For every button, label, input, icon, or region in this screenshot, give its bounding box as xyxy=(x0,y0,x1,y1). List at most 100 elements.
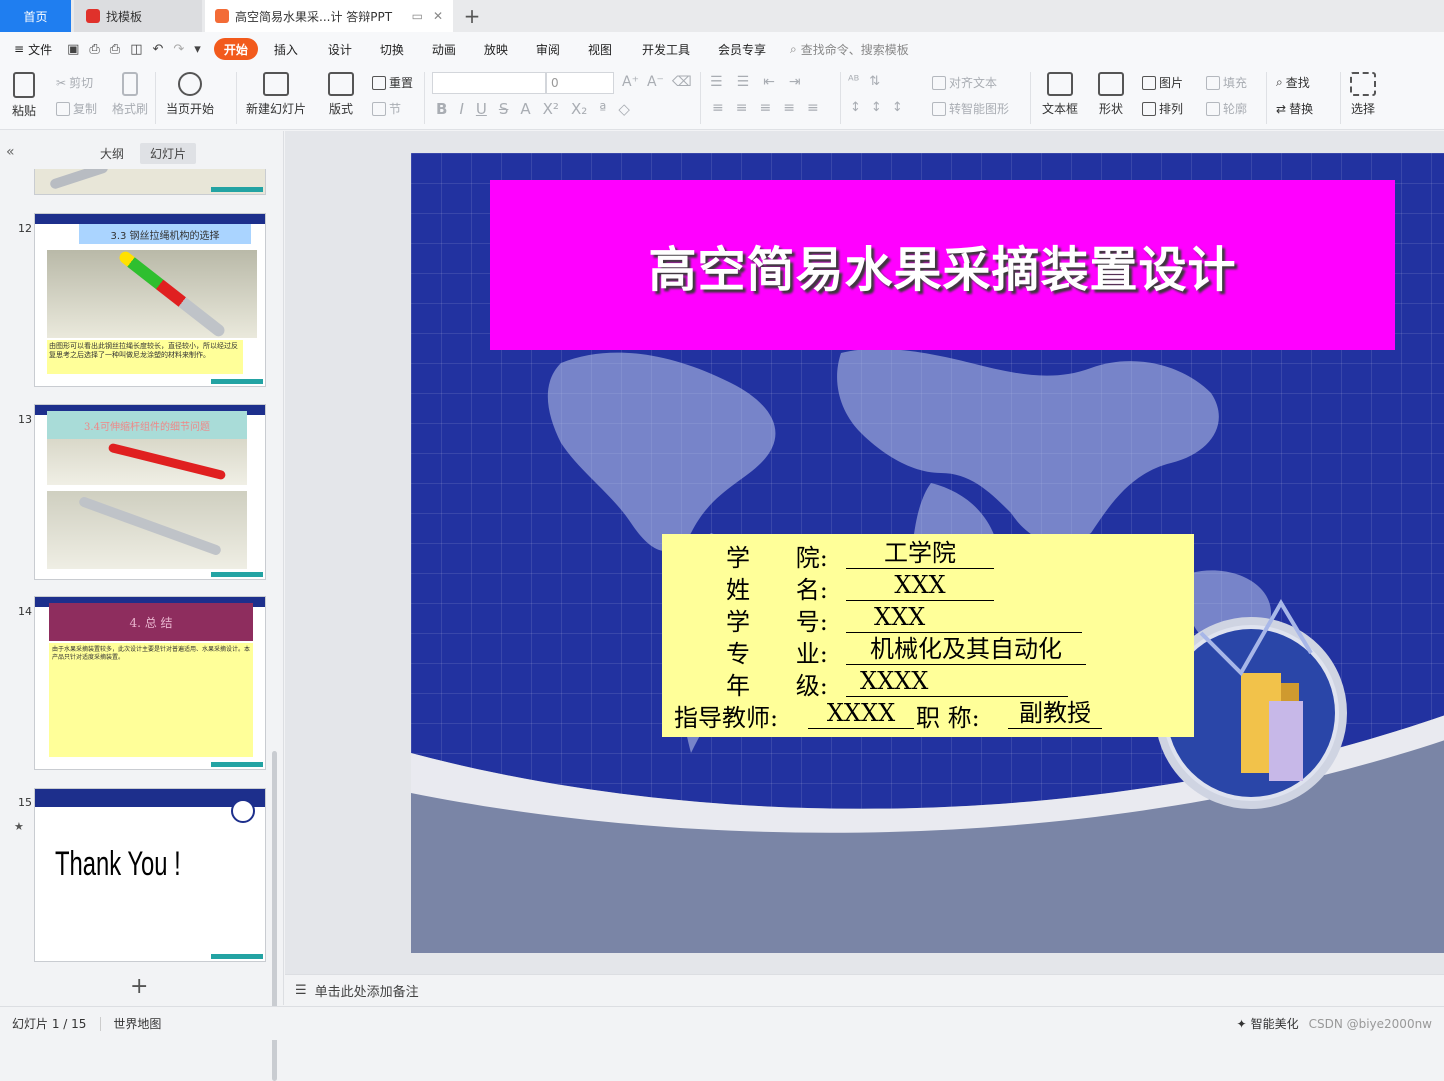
menu-transition[interactable]: 切换 xyxy=(370,38,414,60)
align-text-button[interactable]: 对齐文本 xyxy=(932,74,997,91)
menu-animation[interactable]: 动画 xyxy=(422,38,466,60)
distribute-icon[interactable]: ≡ xyxy=(807,100,819,116)
info-value-grade: XXXX xyxy=(846,666,1068,697)
font-size-select[interactable]: 0 xyxy=(546,72,614,94)
file-menu[interactable]: ≡ 文件 xyxy=(0,38,62,60)
para-spacing-icon[interactable]: ↕ xyxy=(871,100,882,115)
command-search[interactable]: ⌕ 查找命令、搜索模板 xyxy=(790,41,909,58)
slide-canvas[interactable]: 高空简易水果采摘装置设计 学 院: 工学院 姓 名: XXX 学 号: XXX … xyxy=(411,153,1444,953)
numbered-list-icon[interactable]: ☰ xyxy=(737,74,750,90)
ribbon-toolbar: 粘贴 ✂ 剪切 复制 格式刷 当页开始 新建幻灯片 版式 重置 节 0 A⁺ A⁻… xyxy=(0,66,1444,130)
fill-button[interactable]: 填充 xyxy=(1206,74,1247,91)
outline-button[interactable]: 轮廓 xyxy=(1206,100,1247,117)
menu-start-label: 开始 xyxy=(223,42,248,57)
advisor-value: XXXX xyxy=(808,698,914,729)
decrease-indent-icon[interactable]: ⇤ xyxy=(763,74,775,90)
preview-icon[interactable]: ◫ xyxy=(125,42,147,57)
fill-label: 填充 xyxy=(1223,76,1248,90)
select-button[interactable]: 选择 xyxy=(1350,72,1376,117)
replace-button[interactable]: ⇄ 替换 xyxy=(1276,100,1313,117)
undo-icon[interactable]: ↶ xyxy=(147,42,168,57)
menu-member[interactable]: 会员专享 xyxy=(708,38,776,60)
student-info-box[interactable]: 学 院: 工学院 姓 名: XXX 学 号: XXX 专 业: 机械化及其自动化… xyxy=(662,534,1194,737)
theme-name[interactable]: 世界地图 xyxy=(113,1015,161,1032)
slide-thumbnail-12[interactable]: 3.3 钢丝拉绳机构的选择 由图形可以看出此钢丝拉绳长度较长，直径较小，所以经过… xyxy=(34,213,266,387)
menu-developer[interactable]: 开发工具 xyxy=(632,38,700,60)
menu-slideshow[interactable]: 放映 xyxy=(474,38,518,60)
slide-thumbnail-11[interactable] xyxy=(34,169,266,195)
tab-slides[interactable]: 幻灯片 xyxy=(140,143,197,164)
text-box-style-icon[interactable]: ᴬᴮ xyxy=(848,74,859,89)
text-direction-icon[interactable]: ⇅ xyxy=(869,74,880,89)
convert-smartart-button[interactable]: 转智能图形 xyxy=(932,100,1009,117)
slide-thumbnail-15[interactable]: Thank You ! xyxy=(34,788,266,962)
layout-button[interactable]: 版式 xyxy=(328,72,354,117)
save-icon[interactable]: ▣ xyxy=(62,42,84,57)
strikethrough-icon[interactable]: S xyxy=(499,100,509,118)
shape-icon xyxy=(1098,72,1124,96)
notes-pane[interactable]: ☰ 单击此处添加备注 xyxy=(285,974,1444,1005)
find-button[interactable]: ⌕ 查找 xyxy=(1276,74,1310,91)
separator xyxy=(424,72,425,124)
close-tab-icon[interactable]: ✕ xyxy=(433,9,443,23)
grow-font-icon[interactable]: A⁺ xyxy=(622,74,639,90)
shape-label: 形状 xyxy=(1098,102,1123,116)
line-spacing-icon[interactable]: ↕ xyxy=(850,100,861,115)
picture-button[interactable]: 图片 xyxy=(1142,74,1183,91)
subscript-icon[interactable]: X₂ xyxy=(571,100,587,118)
italic-icon[interactable]: I xyxy=(459,100,463,118)
paste-button[interactable]: 粘贴 xyxy=(12,72,36,119)
arrange-button[interactable]: 排列 xyxy=(1142,100,1183,117)
new-slide-button[interactable]: 新建幻灯片 xyxy=(246,72,306,117)
bullet-list-icon[interactable]: ☰ xyxy=(710,74,723,90)
slide-thumbnail-14[interactable]: 4. 总 结 由于水果采摘装置较多，此次设计主要是针对普遍适用、水果采摘设计。本… xyxy=(34,596,266,770)
align-controls: ≡ ≡ ≡ ≡ ≡ xyxy=(712,100,819,116)
reset-button[interactable]: 重置 xyxy=(372,74,413,91)
justify-icon[interactable]: ≡ xyxy=(783,100,795,116)
redo-icon[interactable]: ↷ xyxy=(168,42,189,57)
bold-icon[interactable]: B xyxy=(436,100,447,118)
menu-insert[interactable]: 插入 xyxy=(264,38,308,60)
textbox-button[interactable]: 文本框 xyxy=(1042,72,1078,117)
underline-icon[interactable]: U xyxy=(476,100,487,118)
superscript-icon[interactable]: X² xyxy=(543,100,559,118)
shrink-font-icon[interactable]: A⁻ xyxy=(647,74,664,90)
menu-view[interactable]: 视图 xyxy=(578,38,622,60)
add-slide-icon[interactable]: + xyxy=(130,974,148,999)
align-left-icon[interactable]: ≡ xyxy=(712,100,724,116)
shape-button[interactable]: 形状 xyxy=(1098,72,1124,117)
tab-outline[interactable]: 大纲 xyxy=(90,143,134,164)
collapse-panel-icon[interactable]: « xyxy=(6,144,15,160)
phonetic-icon[interactable]: ª xyxy=(599,100,606,118)
clear-format-icon[interactable]: ⌫ xyxy=(672,74,692,90)
increase-indent-icon[interactable]: ⇥ xyxy=(789,74,801,90)
slide-title-box[interactable]: 高空简易水果采摘装置设计 xyxy=(490,180,1395,350)
slide-thumbnail-13[interactable]: 3.4可伸缩杆组件的细节问题 xyxy=(34,404,266,580)
cut-button[interactable]: ✂ 剪切 xyxy=(56,74,93,91)
slide-title: 高空简易水果采摘装置设计 xyxy=(648,242,1237,298)
find-label: 查找 xyxy=(1285,76,1310,90)
menu-design[interactable]: 设计 xyxy=(318,38,362,60)
tab-home[interactable]: 首页 xyxy=(0,0,71,32)
tab-templates[interactable]: 找模板 xyxy=(74,0,202,32)
highlight-icon[interactable]: ◇ xyxy=(618,100,630,118)
window-pin-icon[interactable]: ▭ xyxy=(412,9,423,23)
copy-button[interactable]: 复制 xyxy=(56,100,97,117)
tab-document[interactable]: 高空简易水果采...计 答辩PPT ▭ ✕ xyxy=(205,0,453,32)
align-center-icon[interactable]: ≡ xyxy=(736,100,748,116)
smart-beautify-button[interactable]: ✦ 智能美化 xyxy=(1237,1015,1299,1032)
format-painter-button[interactable]: 格式刷 xyxy=(112,72,148,117)
section-button[interactable]: 节 xyxy=(372,100,401,117)
menu-review[interactable]: 审阅 xyxy=(526,38,570,60)
customize-icon[interactable]: ▾ xyxy=(189,42,206,57)
play-current-button[interactable]: 当页开始 xyxy=(166,72,214,117)
font-name-select[interactable] xyxy=(432,72,546,94)
export-icon[interactable]: ⎙ xyxy=(84,42,104,57)
spacing-options-icon[interactable]: ↕ xyxy=(892,100,903,115)
print-icon[interactable]: ⎙ xyxy=(105,42,125,57)
align-right-icon[interactable]: ≡ xyxy=(759,100,771,116)
smartart-icon xyxy=(932,101,946,116)
font-color-icon[interactable]: A xyxy=(520,100,530,118)
menu-start[interactable]: 开始 xyxy=(213,38,258,60)
new-tab-button[interactable]: + xyxy=(460,0,484,32)
